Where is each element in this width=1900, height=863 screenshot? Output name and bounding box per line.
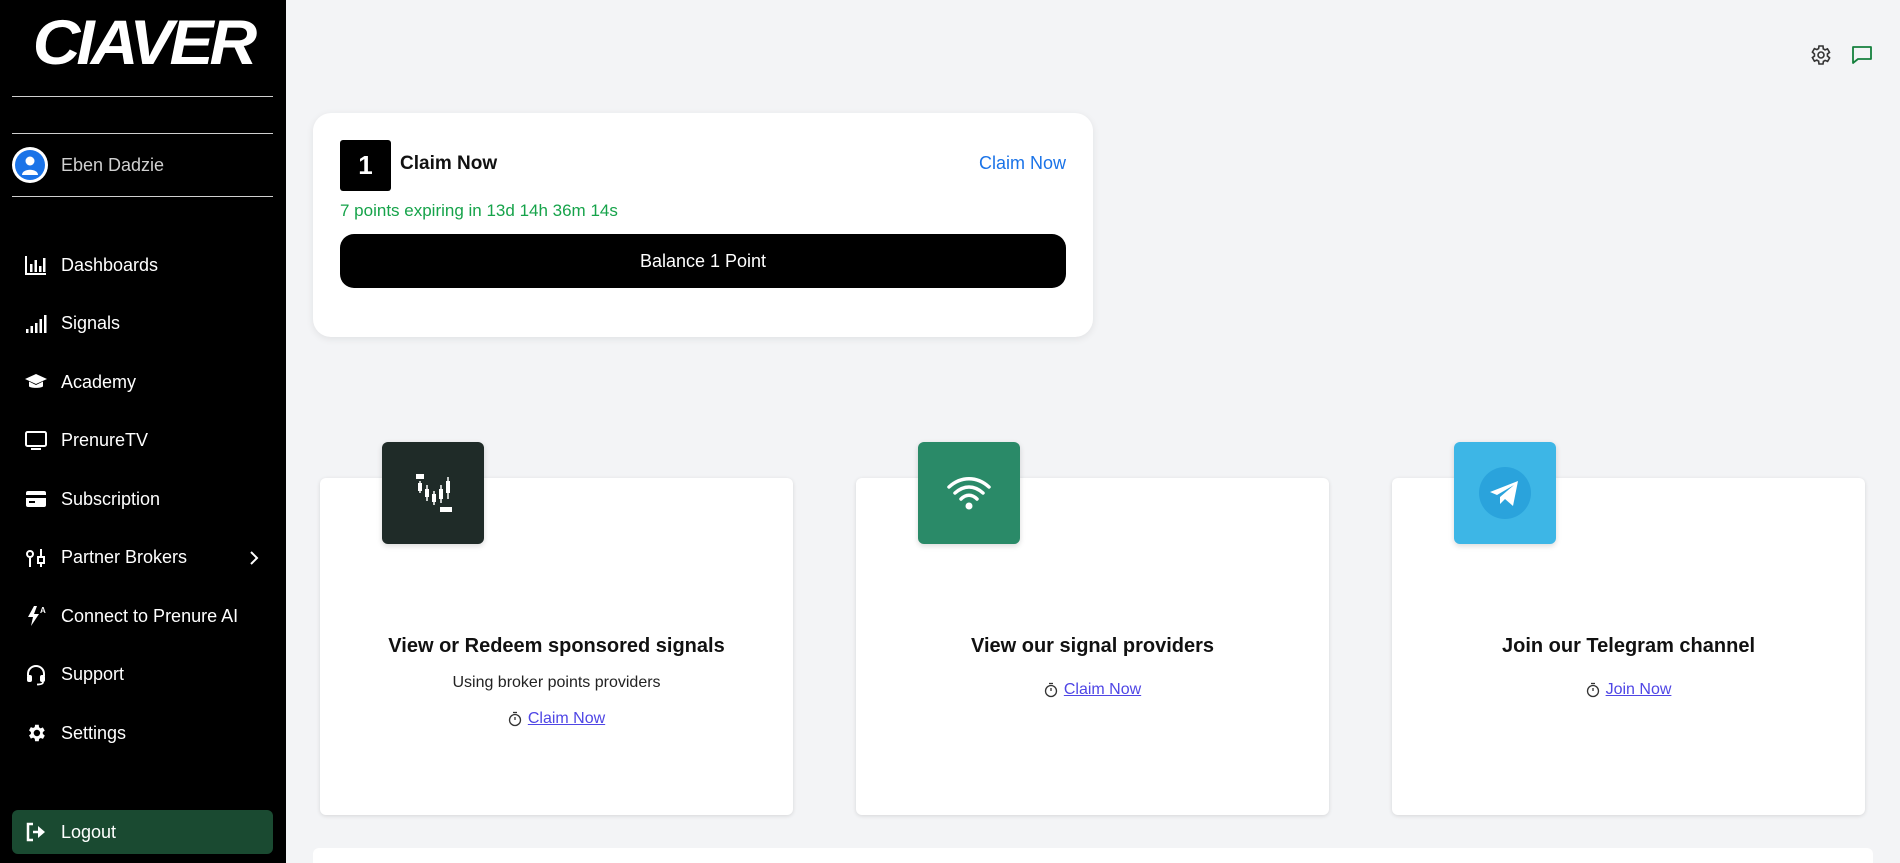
sidebar-item-label: Academy [61,371,137,392]
divider [12,96,273,97]
credit-card-icon [24,487,48,511]
graduation-cap-icon [24,370,48,394]
gear-icon [24,721,48,745]
user-profile[interactable]: Eben Dadzie [12,147,164,183]
logout-button[interactable]: Logout [12,810,273,854]
sidebar-item-subscription[interactable]: Subscription [0,470,286,529]
logout-icon [24,820,48,844]
sidebar-item-label: Support [61,664,125,685]
claim-now-link[interactable]: Claim Now [1064,681,1141,699]
chat-icon[interactable] [1850,43,1874,67]
headset-icon [24,663,48,687]
stopwatch-icon [1044,682,1057,698]
claim-now-link[interactable]: Claim Now [979,153,1066,174]
sidebar-item-label: Connect to Prenure AI [61,605,239,626]
claim-title: Claim Now [400,153,498,174]
sidebar-nav: Dashboards Signals Academy PrenureTV Sub… [0,236,286,763]
sidebar-item-label: Signals [61,313,121,334]
card-subtitle: Using broker points providers [452,674,661,691]
claim-now-link[interactable]: Claim Now [528,710,605,728]
sponsored-signals-card: View or Redeem sponsored signals Using b… [320,442,793,815]
logout-label: Logout [61,821,117,842]
sidebar-item-label: Dashboards [61,254,159,275]
telegram-icon [1454,442,1556,544]
candlestick-chart-icon [382,442,484,544]
sidebar-item-connect-ai[interactable]: A Connect to Prenure AI [0,587,286,646]
card-title: Join our Telegram channel [1501,635,1756,657]
balance-button[interactable]: Balance 1 Point [340,234,1066,288]
sidebar-item-partner-brokers[interactable]: Partner Brokers [0,529,286,588]
claim-card: 1 Claim Now Claim Now 7 points expiring … [313,113,1093,337]
avatar [12,147,48,183]
wifi-icon [918,442,1020,544]
brokers-icon [24,546,48,570]
sidebar-item-label: PrenureTV [61,430,149,451]
user-name: Eben Dadzie [61,154,165,175]
card-link-row: Join Now [1392,681,1865,699]
signal-providers-card: View our signal providers Claim Now [856,442,1329,815]
join-now-link[interactable]: Join Now [1606,681,1672,699]
stopwatch-icon [1586,682,1599,698]
chevron-right-icon [250,551,259,565]
sidebar-item-signals[interactable]: Signals [0,295,286,354]
sidebar-item-settings[interactable]: Settings [0,704,286,763]
bar-chart-icon [24,253,48,277]
monitor-icon [24,429,48,453]
ai-bolt-icon: A [24,604,48,628]
sidebar-item-prenuretv[interactable]: PrenureTV [0,412,286,471]
card-title: View our signal providers [970,635,1215,657]
sidebar-item-dashboards[interactable]: Dashboards [0,236,286,295]
sidebar-item-label: Settings [61,722,127,743]
settings-gear-icon[interactable] [1808,43,1832,67]
card-link-row: Claim Now [320,710,793,728]
points-expiring-text: 7 points expiring in 13d 14h 36m 14s [340,201,618,220]
stopwatch-icon [508,711,521,727]
user-icon [22,156,38,175]
signal-bars-icon [24,312,48,336]
svg-text:A: A [40,606,46,615]
sidebar-item-support[interactable]: Support [0,646,286,705]
card-title: View or Redeem sponsored signals [388,635,725,657]
divider [12,133,273,134]
sidebar-item-label: Subscription [61,488,161,509]
card-link-row: Claim Now [856,681,1329,699]
bottom-card [313,848,1873,863]
app-logo[interactable]: CIAVER [0,6,286,78]
telegram-card: Join our Telegram channel Join Now [1392,442,1865,815]
claim-count-badge: 1 [340,140,391,191]
sidebar: CIAVER Eben Dadzie Dashboards Signals Ac… [0,0,286,863]
sidebar-item-academy[interactable]: Academy [0,353,286,412]
divider [12,196,273,197]
sidebar-item-label: Partner Brokers [61,547,188,568]
